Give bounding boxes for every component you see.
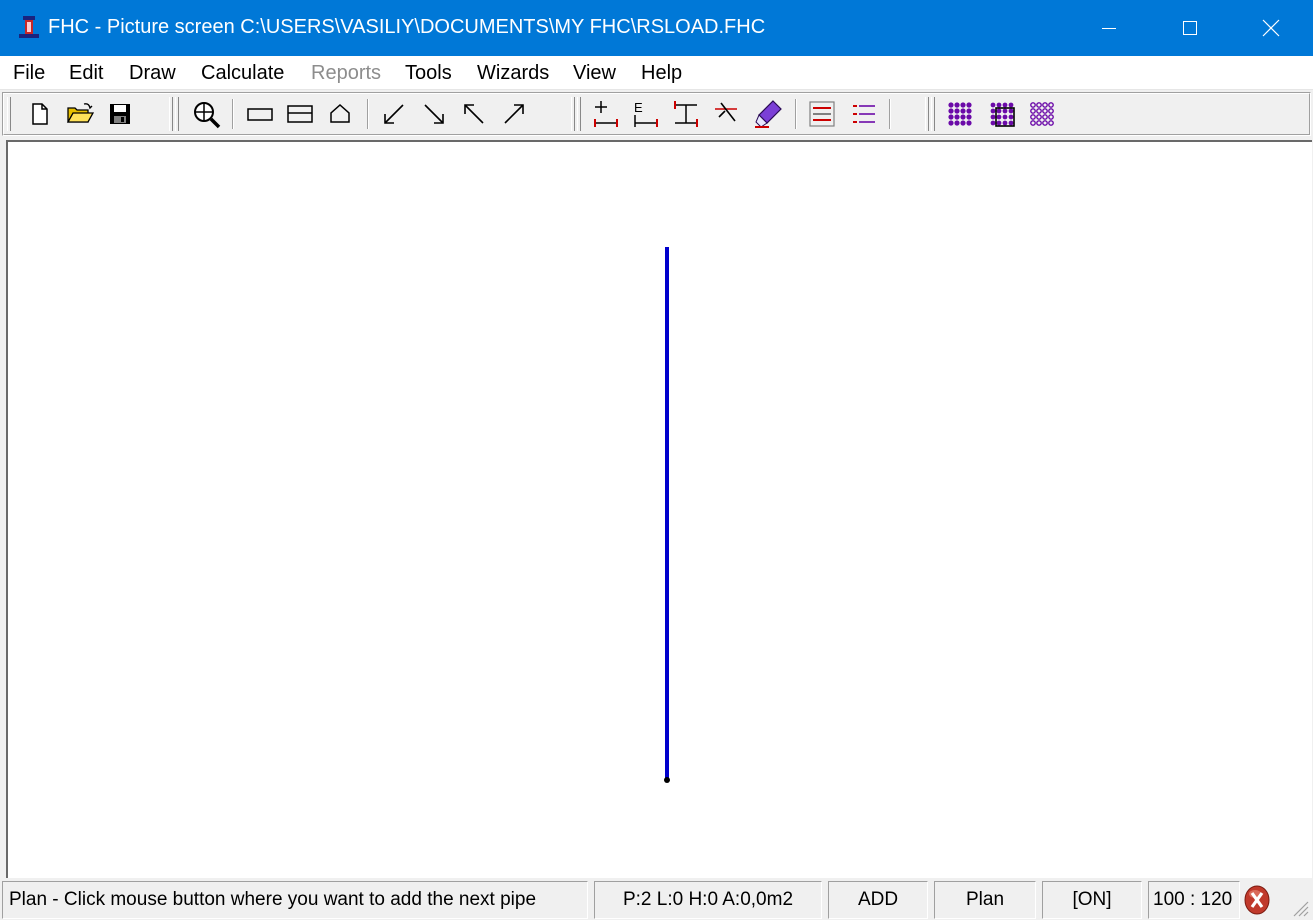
draw-down-left-button[interactable] <box>377 97 411 131</box>
list-red-icon <box>809 101 835 127</box>
zoom-icon <box>194 102 221 129</box>
draw-down-right-button[interactable] <box>417 97 451 131</box>
status-view: Plan <box>934 881 1036 919</box>
status-scale: 100 : 120 <box>1148 881 1240 919</box>
house-shape-button[interactable] <box>323 97 357 131</box>
status-stats: P:2 L:0 H:0 A:0,0m2 <box>594 881 822 919</box>
house-outline-icon <box>330 103 350 123</box>
end-pipe-icon: E <box>634 100 658 127</box>
list-red-button[interactable] <box>805 97 839 131</box>
close-icon <box>1262 19 1280 37</box>
add-pipe-button[interactable] <box>589 97 623 131</box>
cut-pipe-button[interactable] <box>709 97 743 131</box>
toolbar-separator <box>232 99 234 129</box>
svg-text:E: E <box>634 100 643 115</box>
sprinkler-grid-selected-button[interactable] <box>985 97 1019 131</box>
status-bar: Plan - Click mouse button where you want… <box>0 880 1313 920</box>
sprinkler-grid-icon <box>948 102 972 126</box>
menu-file[interactable]: File <box>13 61 45 85</box>
arrow-up-right-icon <box>504 104 524 124</box>
add-pipe-icon <box>594 101 618 127</box>
toolbar: E <box>2 92 1311 136</box>
highlighter-icon <box>755 100 782 128</box>
save-icon <box>110 104 130 124</box>
menu-tools[interactable]: Tools <box>405 61 452 85</box>
toolbar-grip[interactable] <box>925 97 929 131</box>
toolbar-grip[interactable] <box>577 97 581 131</box>
pipe-node[interactable] <box>664 777 670 783</box>
arrow-down-left-icon <box>384 104 404 124</box>
arrow-up-left-icon <box>464 104 484 124</box>
toolbar-separator <box>795 99 797 129</box>
menu-draw[interactable]: Draw <box>129 61 176 85</box>
menu-view[interactable]: View <box>573 61 616 85</box>
list-lines-icon <box>853 105 875 123</box>
open-folder-icon <box>66 103 94 123</box>
menu-bar: File Edit Draw Calculate Reports Tools W… <box>0 56 1313 90</box>
pipe-segment[interactable] <box>665 247 669 779</box>
error-x-icon[interactable] <box>1242 885 1272 915</box>
highlight-button[interactable] <box>751 97 785 131</box>
toolbar-separator <box>367 99 369 129</box>
rectangle-button[interactable] <box>243 97 277 131</box>
status-toggle[interactable]: [ON] <box>1042 881 1142 919</box>
sprinkler-grid-selected-icon <box>990 102 1015 127</box>
menu-help[interactable]: Help <box>641 61 682 85</box>
sprinkler-grid-outline-icon <box>1030 102 1054 126</box>
draw-up-left-button[interactable] <box>457 97 491 131</box>
sprinkler-grid-outline-button[interactable] <box>1025 97 1059 131</box>
maximize-button[interactable] <box>1150 0 1230 56</box>
resize-grip-icon[interactable] <box>1290 898 1310 918</box>
tee-pipe-icon <box>674 101 698 127</box>
cut-pipe-icon <box>715 102 737 122</box>
toolbar-grip[interactable] <box>931 97 935 131</box>
toolbar-grip[interactable] <box>571 97 575 131</box>
zoom-button[interactable] <box>189 97 223 131</box>
tee-pipe-button[interactable] <box>669 97 703 131</box>
open-button[interactable] <box>63 97 97 131</box>
window-title: FHC - Picture screen C:\USERS\VASILIY\DO… <box>48 16 766 38</box>
sprinkler-grid-button[interactable] <box>943 97 977 131</box>
fhc-app-icon <box>19 16 39 38</box>
title-bar[interactable]: FHC - Picture screen C:\USERS\VASILIY\DO… <box>0 0 1313 56</box>
draw-up-right-button[interactable] <box>497 97 531 131</box>
status-mode: ADD <box>828 881 928 919</box>
maximize-icon <box>1183 21 1197 35</box>
minimize-button[interactable] <box>1069 0 1149 56</box>
minimize-icon <box>1102 28 1116 29</box>
split-rectangle-button[interactable] <box>283 97 317 131</box>
toolbar-separator <box>889 99 891 129</box>
toolbar-grip[interactable] <box>169 97 173 131</box>
end-pipe-button[interactable]: E <box>629 97 663 131</box>
arrow-down-right-icon <box>424 104 444 124</box>
status-message: Plan - Click mouse button where you want… <box>2 881 588 919</box>
toolbar-grip[interactable] <box>7 97 11 131</box>
menu-wizards[interactable]: Wizards <box>477 61 549 85</box>
menu-edit[interactable]: Edit <box>69 61 103 85</box>
new-file-icon <box>32 103 48 125</box>
rectangle-icon <box>247 108 273 121</box>
split-rectangle-icon <box>287 105 313 123</box>
menu-reports[interactable]: Reports <box>311 61 381 85</box>
new-button[interactable] <box>23 97 57 131</box>
menu-calculate[interactable]: Calculate <box>201 61 284 85</box>
drawing-canvas[interactable] <box>6 140 1312 878</box>
toolbar-grip[interactable] <box>175 97 179 131</box>
save-button[interactable] <box>103 97 137 131</box>
list-lines-button[interactable] <box>847 97 881 131</box>
close-button[interactable] <box>1231 0 1311 56</box>
